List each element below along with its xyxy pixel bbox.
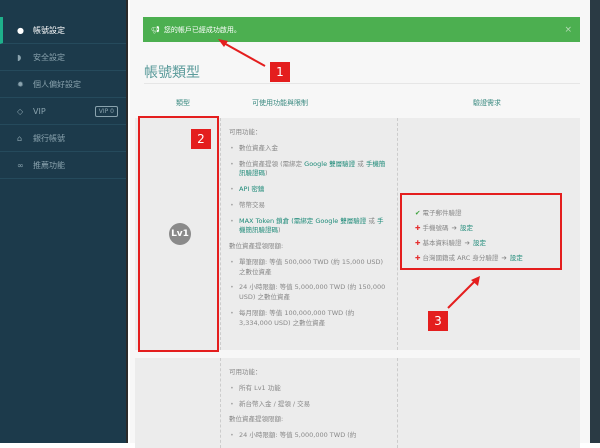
annotation-label-2: 2 (191, 129, 211, 149)
annotation-label-3: 3 (428, 311, 448, 331)
annotation-arrows (218, 39, 480, 309)
annotation-label-1: 1 (270, 62, 290, 82)
